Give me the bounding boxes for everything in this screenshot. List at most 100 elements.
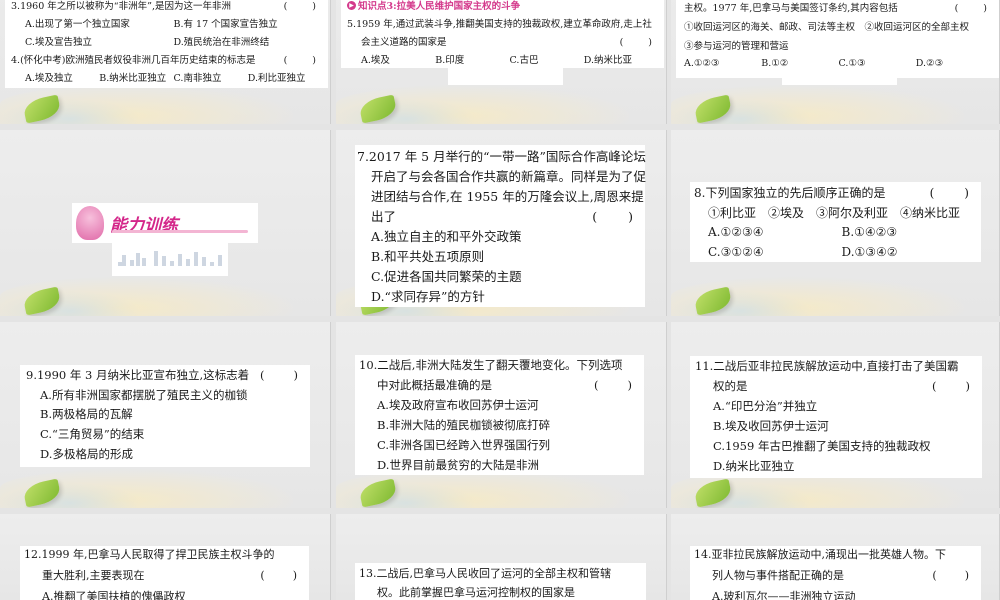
answer-options: C.埃及宣告独立 D.殖民统治在非洲终结 bbox=[5, 32, 328, 50]
answer-options: A.①②③ B.①② C.①③ D.②③ bbox=[676, 54, 999, 73]
question-line: 开启了与会各国合作共赢的新篇章。同样是为了促 bbox=[355, 165, 647, 185]
slide-thumbnail-1[interactable]: 3.1960 年之所以被称为“非洲年”,是因为这一年非洲 ( ) A.出现了第一个独… bbox=[0, 0, 331, 124]
question-line: ①收回运河区的海关、邮政、司法等主权 ②收回运河区的全部主权 bbox=[676, 16, 999, 35]
answer-options: C.1959 年古巴推翻了美国支持的独裁政权 bbox=[690, 436, 982, 456]
question-line: 主权。1977 年,巴拿马与美国签订条约,其内容包括 ( ) bbox=[676, 0, 999, 16]
line-text: 7.2017 年 5 月举行的“一带一路”国际合作高峰论坛 bbox=[357, 148, 646, 164]
option-text: C.埃及宣告独立 bbox=[25, 37, 92, 48]
question-line: 权。此前掌握巴拿马运河控制权的国家是 bbox=[355, 582, 646, 600]
question-line: 重大胜利,主要表现在 ( ) bbox=[20, 564, 309, 585]
answer-blank: ( ) bbox=[594, 378, 634, 392]
slide-thumbnail-6[interactable]: 8.下列国家独立的先后顺序正确的是 ( ) ①利比亚 ②埃及 ③阿尔及利亚 ④纳米比… bbox=[671, 130, 1000, 316]
answer-options: D.“求同存异”的方针 bbox=[355, 285, 645, 305]
background-swoosh bbox=[336, 99, 476, 124]
slide-thumbnail-3[interactable]: 主权。1977 年,巴拿马与美国签订条约,其内容包括 ( ) ①收回运河区的海关、邮… bbox=[671, 0, 1000, 124]
answer-blank: ( ) bbox=[929, 185, 971, 200]
skyline-building bbox=[178, 254, 182, 266]
answer-options: C.“三角贸易”的结束 bbox=[20, 424, 310, 444]
answer-blank: ( ) bbox=[619, 37, 654, 48]
white-patch bbox=[782, 78, 897, 85]
banner-underline bbox=[112, 230, 248, 233]
slide-thumbnail-2[interactable]: ▶ 知识点3:拉美人民维护国家主权的斗争 5.1959 年,通过武装斗争,推翻美国支… bbox=[336, 0, 667, 124]
answer-options: A.“印巴分治”并独立 bbox=[690, 396, 982, 416]
answer-options: C.非洲各国已经跨入世界强国行列 bbox=[355, 435, 644, 455]
answer-options: A.推翻了美国扶植的傀儡政权 bbox=[20, 585, 309, 600]
answer-options: A.所有非洲国家都摆脱了殖民主义的枷锁 bbox=[20, 385, 310, 405]
line-text: ①收回运河区的海关、邮政、司法等主权 ②收回运河区的全部主权 bbox=[684, 21, 970, 33]
answer-options: C.促进各国共同繁荣的主题 bbox=[355, 265, 645, 285]
slide-thumbnail-7[interactable]: 9.1990 年 3 月纳米比亚宣布独立,这标志着 ( ) A.所有非洲国家都摆脱了… bbox=[0, 322, 331, 508]
answer-options: A.埃及独立 B.纳米比亚独立 C.南非独立 D.利比亚独立 bbox=[5, 68, 328, 86]
question-text-box: 14.亚非拉民族解放运动中,涌现出一批英雄人物。下 列人物与事件搭配正确的是 ( )… bbox=[690, 546, 981, 600]
skyline-building bbox=[202, 257, 206, 266]
option-text: C.古巴 bbox=[509, 55, 539, 66]
answer-blank: ( ) bbox=[260, 568, 299, 582]
slide-thumbnail-8[interactable]: 10.二战后,非洲大陆发生了翻天覆地变化。下列选项 中对此概括最准确的是 ( ) A.… bbox=[336, 322, 667, 508]
section-banner: 能力训练 bbox=[72, 203, 258, 243]
option-text: B.和平共处五项原则 bbox=[371, 248, 485, 264]
background-swoosh bbox=[671, 483, 811, 508]
background-swoosh bbox=[0, 99, 140, 124]
answer-options: C.③①②④ D.①③④② bbox=[690, 242, 981, 262]
answer-blank: ( ) bbox=[932, 379, 972, 393]
question-line: 7.2017 年 5 月举行的“一带一路”国际合作高峰论坛 bbox=[355, 145, 646, 165]
question-line: 3.1960 年之所以被称为“非洲年”,是因为这一年非洲 ( ) bbox=[5, 0, 328, 14]
line-text: 8.下列国家独立的先后顺序正确的是 bbox=[694, 185, 886, 200]
question-line: 权的是 ( ) bbox=[690, 376, 982, 396]
question-text-box: 8.下列国家独立的先后顺序正确的是 ( ) ①利比亚 ②埃及 ③阿尔及利亚 ④纳米比… bbox=[690, 182, 981, 262]
option-text: C.1959 年古巴推翻了美国支持的独裁政权 bbox=[713, 439, 931, 453]
line-text: 中对此概括最准确的是 bbox=[377, 378, 492, 392]
line-text: 5.1959 年,通过武装斗争,推翻美国支持的独裁政权,建立革命政府,走上社 bbox=[347, 19, 652, 30]
option-text: B.纳米比亚独立 bbox=[99, 73, 167, 84]
section-header-text: 知识点3:拉美人民维护国家主权的斗争 bbox=[358, 1, 521, 12]
question-text-box: 13.二战后,巴拿马人民收回了运河的全部主权和管辖 权。此前掌握巴拿马运河控制权的… bbox=[355, 563, 646, 600]
option-text: B.两极格局的瓦解 bbox=[40, 407, 133, 422]
slide-thumbnail-11[interactable]: 13.二战后,巴拿马人民收回了运河的全部主权和管辖 权。此前掌握巴拿马运河控制权的… bbox=[336, 514, 667, 600]
skyline-building bbox=[170, 261, 174, 266]
line-text: 4.(怀化中考)欧洲殖民者奴役非洲几百年历史结束的标志是 bbox=[11, 55, 256, 66]
line-text: 12.1999 年,巴拿马人民取得了捍卫民族主权斗争的 bbox=[24, 547, 275, 561]
option-text: A.埃及独立 bbox=[25, 73, 73, 84]
background-swoosh bbox=[0, 483, 140, 508]
slide-thumbnail-12[interactable]: 14.亚非拉民族解放运动中,涌现出一批英雄人物。下 列人物与事件搭配正确的是 ( )… bbox=[671, 514, 1000, 600]
answer-blank: ( ) bbox=[592, 208, 635, 224]
question-line: 9.1990 年 3 月纳米比亚宣布独立,这标志着 ( ) bbox=[20, 365, 310, 385]
skyline-building bbox=[136, 253, 140, 266]
option-text: B.印度 bbox=[435, 55, 465, 66]
option-text: D.多极格局的形成 bbox=[40, 446, 133, 461]
slide-thumbnail-9[interactable]: 11.二战后亚非拉民族解放运动中,直接打击了美国霸 权的是 ( ) A.“印巴分治”并… bbox=[671, 322, 1000, 508]
slide-thumbnail-10[interactable]: 12.1999 年,巴拿马人民取得了捍卫民族主权斗争的重大胜利,主要表现在 ( )… bbox=[0, 514, 331, 600]
option-text: D.①③④② bbox=[841, 245, 898, 259]
skyline-building bbox=[142, 258, 146, 266]
play-icon: ▶ bbox=[347, 0, 356, 10]
question-line: 5.1959 年,通过武装斗争,推翻美国支持的独裁政权,建立革命政府,走上社 bbox=[341, 14, 664, 32]
skyline-building bbox=[218, 255, 222, 266]
question-line: 13.二战后,巴拿马人民收回了运河的全部主权和管辖 bbox=[355, 563, 646, 582]
option-text: B.①④②③ bbox=[841, 225, 898, 239]
option-text: A.出现了第一个独立国家 bbox=[25, 19, 130, 30]
option-text: A.埃及政府宣布收回苏伊士运河 bbox=[377, 398, 539, 412]
skyline-building bbox=[210, 262, 214, 266]
option-text: A.埃及 bbox=[361, 55, 390, 66]
question-line: ③参与运河的管理和营运 bbox=[676, 35, 999, 54]
option-text: D.利比亚独立 bbox=[247, 73, 306, 84]
option-text: B.埃及收回苏伊士运河 bbox=[713, 419, 829, 433]
option-text: A.独立自主的和平外交政策 bbox=[371, 228, 522, 244]
line-text: 开启了与会各国合作共赢的新篇章。同样是为了促 bbox=[371, 168, 647, 184]
line-text: 出了 bbox=[371, 208, 397, 224]
white-patch bbox=[448, 68, 563, 85]
question-line: 列人物与事件搭配正确的是 ( ) bbox=[690, 564, 981, 585]
skyline-building bbox=[186, 259, 190, 266]
skyline-building bbox=[122, 255, 126, 266]
answer-options: A.独立自主的和平外交政策 bbox=[355, 225, 645, 245]
answer-options: A.埃及政府宣布收回苏伊士运河 bbox=[355, 395, 644, 415]
question-line: 进团结与合作,在 1955 年的万隆会议上,周恩来提 bbox=[355, 185, 645, 205]
answer-options: A.玻利瓦尔——非洲独立运动 bbox=[690, 585, 981, 600]
answer-options: D.世界目前最贫穷的大陆是非洲 bbox=[355, 455, 644, 475]
slide-thumbnail-5[interactable]: 7.2017 年 5 月举行的“一带一路”国际合作高峰论坛开启了与会各国合作共赢… bbox=[336, 130, 667, 316]
option-text: B.有 17 个国家宣告独立 bbox=[173, 19, 278, 30]
answer-blank: ( ) bbox=[954, 2, 989, 14]
question-text-box: ▶ 知识点3:拉美人民维护国家主权的斗争 5.1959 年,通过武装斗争,推翻美国支… bbox=[341, 0, 664, 68]
slide-thumbnail-4[interactable]: 能力训练 bbox=[0, 130, 331, 316]
answer-options: B.两极格局的瓦解 bbox=[20, 404, 310, 424]
